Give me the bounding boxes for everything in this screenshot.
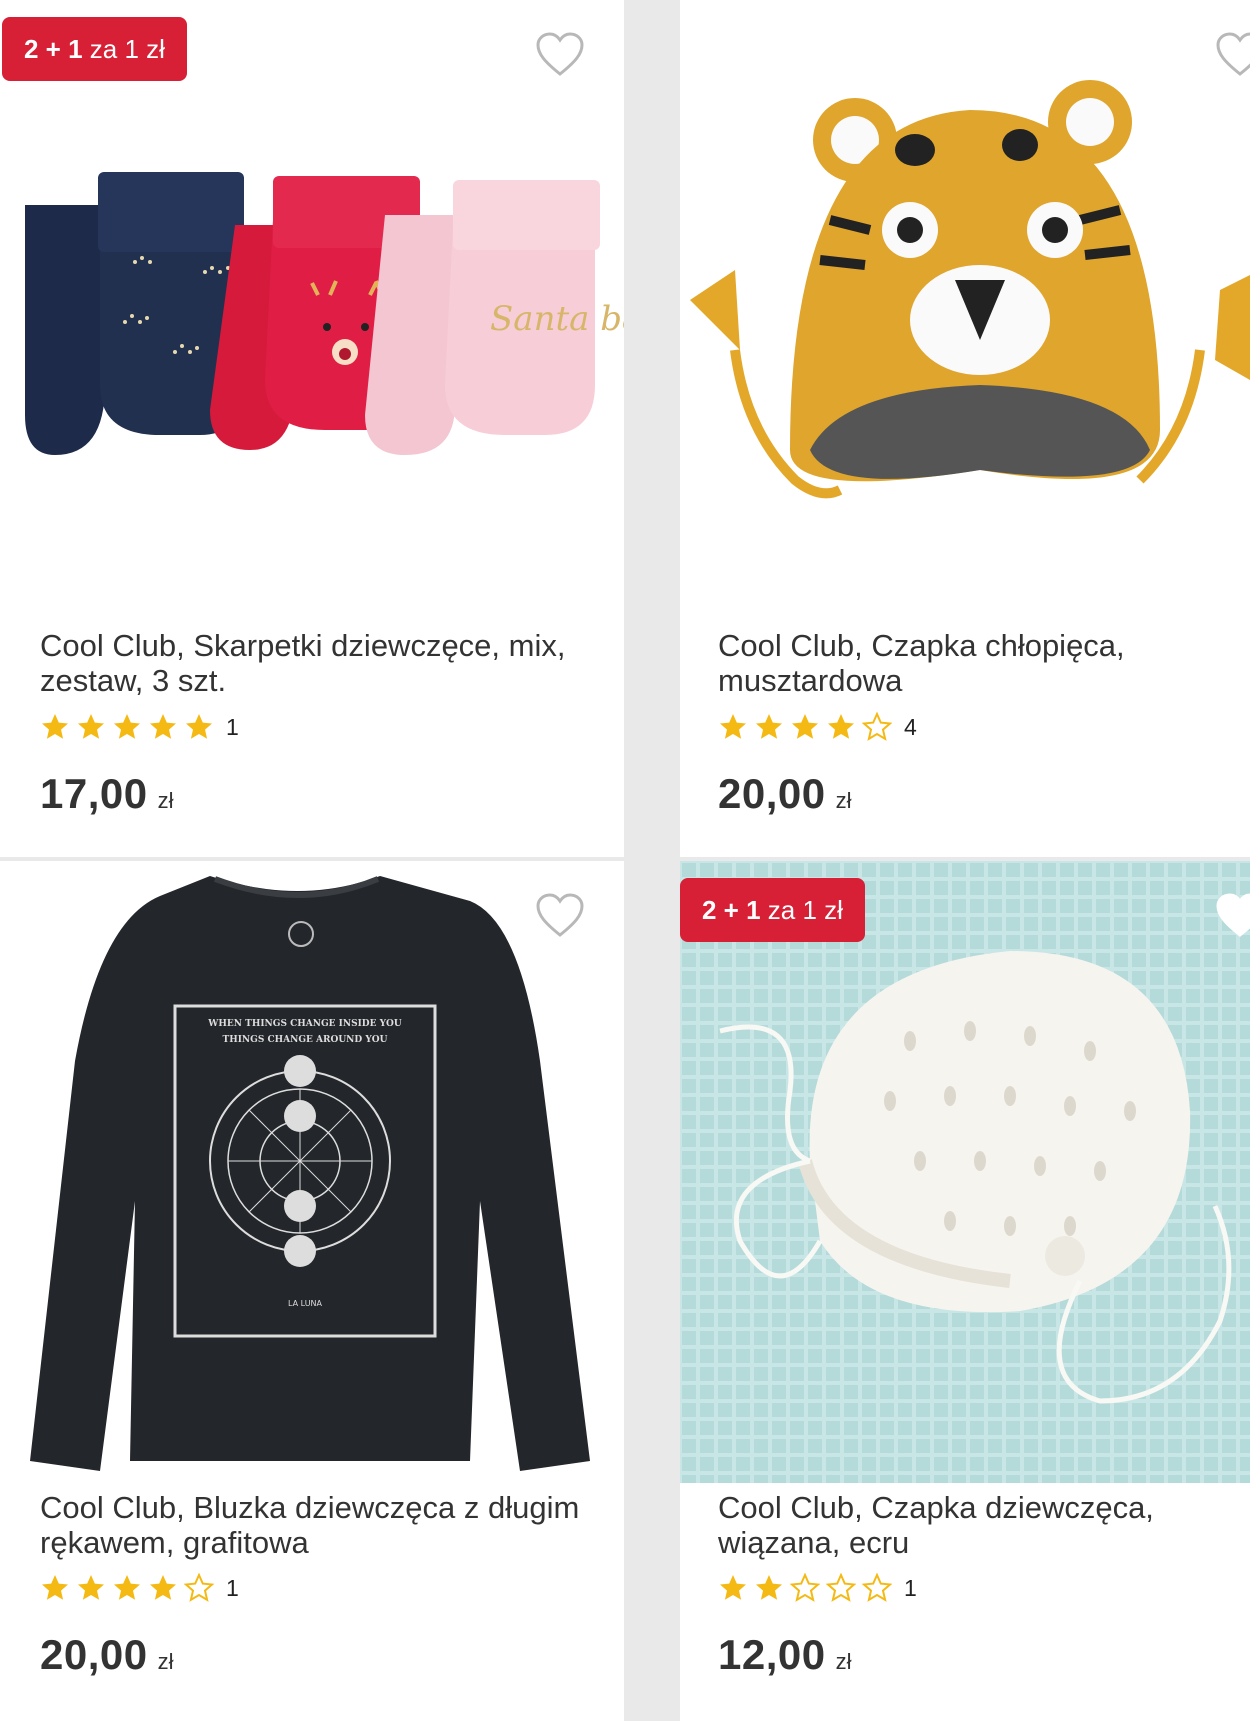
rating: 1 — [40, 1573, 239, 1603]
star-filled-icon — [78, 1575, 104, 1600]
star-empty-icon — [790, 1573, 820, 1602]
star-filled-icon — [756, 714, 782, 739]
promo-badge: 2 + 1 za 1 zł — [2, 17, 187, 81]
socks-image: Santa baby — [25, 172, 624, 455]
star-empty-icon — [826, 1573, 856, 1602]
sock-script-text: Santa baby — [490, 299, 624, 339]
star-filled-icon — [720, 1575, 746, 1600]
promo-badge-strong: 2 + 1 — [24, 34, 83, 64]
promo-badge-strong: 2 + 1 — [702, 895, 761, 925]
heart-icon[interactable] — [535, 893, 585, 939]
rating: 1 — [40, 712, 239, 742]
star-filled-icon — [186, 714, 212, 739]
star-filled-icon — [42, 1575, 68, 1600]
product-title[interactable]: Cool Club, Czapka dziewczęca, wiązana, e… — [718, 1490, 1250, 1560]
product-card[interactable]: Cool Club, Czapka chłopięca, musztardowa… — [680, 0, 1250, 857]
rating: 1 — [718, 1573, 917, 1603]
price-amount: 20,00 — [718, 770, 826, 817]
product-title[interactable]: Cool Club, Czapka chłopięca, musztardowa — [718, 628, 1250, 698]
rating: 4 — [718, 712, 917, 742]
star-filled-icon — [792, 714, 818, 739]
product-card[interactable]: Santa baby 2 + 1 za 1 zł Cool Club, Skar… — [0, 0, 624, 857]
star-filled-icon — [150, 714, 176, 739]
product-image[interactable] — [680, 861, 1250, 1483]
price-amount: 20,00 — [40, 1631, 148, 1678]
star-filled-icon — [42, 714, 68, 739]
shirt-print-line-2: THINGS CHANGE AROUND YOU — [223, 1035, 388, 1045]
promo-badge: 2 + 1 za 1 zł — [680, 878, 865, 942]
product-card[interactable]: 2 + 1 za 1 zł Cool Club, Czapka dziewczę… — [680, 861, 1250, 1721]
price: 20,00 zł — [718, 770, 852, 818]
product-title[interactable]: Cool Club, Skarpetki dziewczęce, mix, ze… — [40, 628, 600, 698]
star-filled-icon — [150, 1575, 176, 1600]
product-grid: Santa baby 2 + 1 za 1 zł Cool Club, Skar… — [0, 0, 1250, 1721]
star-filled-icon — [828, 714, 854, 739]
shirt-print-line-1: WHEN THINGS CHANGE INSIDE YOU — [207, 1019, 402, 1029]
price-currency: zł — [157, 1649, 174, 1674]
shirt-print-line-3: LA LUNA — [288, 1299, 323, 1308]
star-filled-icon — [756, 1575, 782, 1600]
price-amount: 12,00 — [718, 1631, 826, 1678]
promo-badge-rest: za 1 zł — [760, 895, 843, 925]
promo-badge-rest: za 1 zł — [82, 34, 165, 64]
star-filled-icon — [720, 714, 746, 739]
product-image[interactable]: WHEN THINGS CHANGE INSIDE YOU THINGS CHA… — [0, 861, 624, 1481]
star-empty-icon — [862, 712, 892, 741]
heart-icon[interactable] — [1215, 893, 1250, 939]
baby-bonnet-image — [680, 861, 1250, 1483]
rating-count: 1 — [226, 1574, 239, 1601]
rating-count: 1 — [226, 713, 239, 740]
rating-count: 1 — [904, 1574, 917, 1601]
product-image[interactable] — [680, 0, 1250, 600]
price: 17,00 zł — [40, 770, 174, 818]
star-filled-icon — [78, 714, 104, 739]
price-amount: 17,00 — [40, 770, 148, 817]
heart-icon[interactable] — [535, 32, 585, 78]
star-empty-icon — [184, 1573, 214, 1602]
star-empty-icon — [862, 1573, 892, 1602]
price-currency: zł — [835, 788, 852, 813]
price: 12,00 zł — [718, 1631, 852, 1679]
shirt-image: WHEN THINGS CHANGE INSIDE YOU THINGS CHA… — [30, 876, 590, 1471]
price: 20,00 zł — [40, 1631, 174, 1679]
star-filled-icon — [114, 1575, 140, 1600]
heart-icon[interactable] — [1215, 32, 1250, 78]
tiger-hat-image — [690, 80, 1250, 499]
rating-count: 4 — [904, 713, 917, 740]
star-filled-icon — [114, 714, 140, 739]
product-title[interactable]: Cool Club, Bluzka dziewczęca z długim rę… — [40, 1490, 600, 1560]
product-image[interactable]: Santa baby — [0, 0, 624, 600]
product-card[interactable]: WHEN THINGS CHANGE INSIDE YOU THINGS CHA… — [0, 861, 624, 1721]
price-currency: zł — [835, 1649, 852, 1674]
price-currency: zł — [157, 788, 174, 813]
